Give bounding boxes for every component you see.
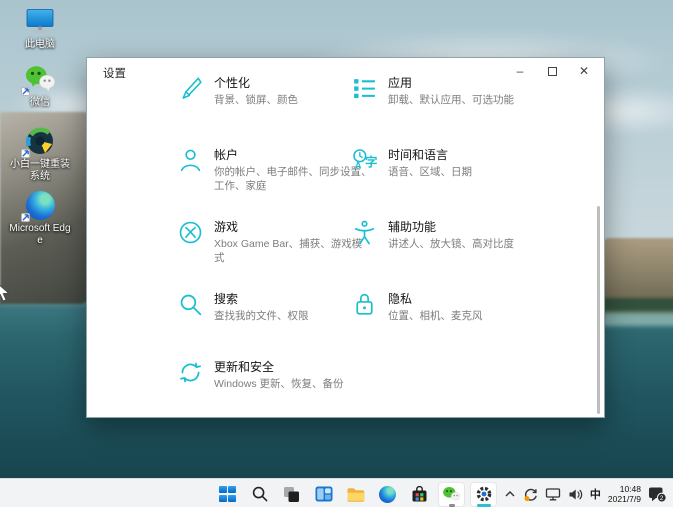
accessibility-icon	[349, 219, 379, 249]
category-title: 时间和语言	[388, 148, 546, 163]
svg-text:字: 字	[365, 155, 377, 170]
widgets-button[interactable]	[310, 482, 337, 507]
settings-category-privacy[interactable]: 隐私 位置、相机、麦克风	[349, 291, 559, 324]
wechat-taskbar-button[interactable]	[438, 482, 465, 507]
search-category-icon	[175, 291, 205, 321]
settings-category-update-security[interactable]: 更新和安全 Windows 更新、恢复、备份	[175, 359, 385, 392]
desktop-icon-label: 此电脑	[25, 39, 55, 51]
svg-text:A: A	[354, 160, 361, 170]
screenshot-margin	[673, 0, 679, 507]
desktop-icon-wechat[interactable]: 微信	[8, 64, 72, 109]
settings-taskbar-button[interactable]	[470, 482, 497, 507]
apps-icon	[349, 75, 379, 105]
time-language-icon: A 字	[349, 147, 379, 177]
settings-category-ease-of-access[interactable]: 辅助功能 讲述人、放大镜、高对比度	[349, 219, 559, 252]
desktop-icon-label: 小白一键重装系统	[8, 159, 72, 182]
category-title: 辅助功能	[388, 220, 546, 235]
category-title: 应用	[388, 76, 546, 91]
this-pc-icon	[25, 8, 55, 35]
update-refresh-icon	[175, 359, 205, 389]
settings-window: 设置 – ✕ 个性化 背景、锁屏、颜色	[86, 57, 605, 418]
wallpaper-cliff-right	[603, 238, 679, 304]
shortcut-arrow-icon	[21, 213, 30, 222]
settings-category-time-language[interactable]: A 字 时间和语言 语音、区域、日期	[349, 147, 559, 180]
category-desc: Windows 更新、恢复、备份	[214, 378, 372, 392]
scrollbar[interactable]	[597, 206, 600, 414]
mouse-cursor	[0, 281, 11, 303]
desktop-icon-this-pc[interactable]: 此电脑	[8, 6, 72, 51]
window-title: 设置	[103, 65, 126, 81]
tray-sync-icon[interactable]	[523, 487, 538, 502]
tray-network-icon[interactable]	[545, 487, 561, 501]
category-title: 隐私	[388, 292, 546, 307]
settings-gear-icon	[475, 485, 493, 503]
microsoft-store-button[interactable]	[406, 482, 433, 507]
category-desc: 位置、相机、麦克风	[388, 310, 546, 324]
personalization-icon	[175, 75, 205, 105]
category-desc: 卸载、默认应用、可选功能	[388, 94, 546, 108]
tray-chevron-up-icon[interactable]	[504, 489, 516, 499]
privacy-lock-icon	[349, 291, 379, 321]
start-button[interactable]	[214, 482, 241, 507]
active-indicator	[477, 504, 491, 507]
category-desc: 讲述人、放大镜、高对比度	[388, 238, 546, 252]
wechat-icon	[442, 486, 461, 503]
task-view-button[interactable]	[278, 482, 305, 507]
taskbar: 中 10:48 2021/7/9 2	[0, 478, 679, 507]
wallpaper-beach	[603, 312, 679, 326]
running-indicator	[449, 504, 455, 507]
accounts-icon	[175, 147, 205, 177]
gaming-xbox-icon	[175, 219, 205, 249]
windows-logo-icon	[219, 486, 236, 503]
shortcut-arrow-icon	[21, 149, 30, 158]
tray-time: 10:48	[608, 484, 641, 494]
task-view-icon	[283, 486, 300, 503]
desktop-icon-edge[interactable]: Microsoft Edge	[8, 190, 72, 246]
desktop-icon-label: 微信	[30, 97, 50, 109]
store-icon	[411, 486, 428, 503]
notification-badge: 2	[660, 495, 664, 502]
edge-icon	[379, 486, 396, 503]
shortcut-arrow-icon	[21, 87, 30, 96]
settings-category-apps[interactable]: 应用 卸载、默认应用、可选功能	[349, 75, 559, 108]
ime-indicator[interactable]: 中	[590, 486, 601, 502]
folder-icon	[346, 486, 365, 503]
edge-taskbar-button[interactable]	[374, 482, 401, 507]
search-icon	[251, 485, 269, 503]
category-desc: 语音、区域、日期	[388, 166, 546, 180]
tray-date: 2021/7/9	[608, 494, 641, 504]
file-explorer-button[interactable]	[342, 482, 369, 507]
desktop-icon-xiaobai[interactable]: 小白一键重装系统	[8, 126, 72, 182]
notification-center-icon[interactable]: 2	[648, 486, 667, 503]
category-title: 更新和安全	[214, 360, 372, 375]
close-button[interactable]: ✕	[568, 60, 600, 82]
tray-volume-icon[interactable]	[568, 488, 583, 501]
desktop-icon-label: Microsoft Edge	[8, 223, 72, 246]
widgets-icon	[315, 486, 333, 502]
desktop: 此电脑 微信	[0, 0, 679, 507]
taskbar-search-button[interactable]	[246, 482, 273, 507]
tray-clock[interactable]: 10:48 2021/7/9	[608, 484, 641, 504]
